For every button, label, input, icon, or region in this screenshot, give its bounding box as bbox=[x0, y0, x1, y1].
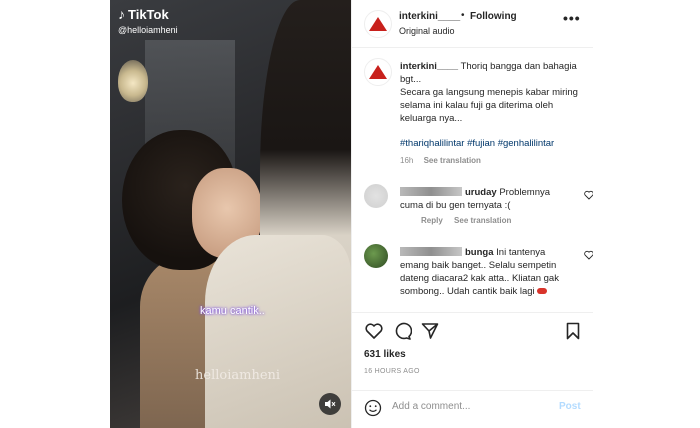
comment-like-icon[interactable] bbox=[584, 250, 593, 260]
author-avatar[interactable] bbox=[364, 10, 392, 38]
instagram-post-frame: ♪ TikTok @helloiamheni kamu cantik.. hel… bbox=[0, 0, 700, 428]
caption-author-avatar[interactable] bbox=[364, 58, 392, 86]
video-player[interactable]: ♪ TikTok @helloiamheni kamu cantik.. hel… bbox=[110, 0, 351, 428]
post-side-panel: interkini____ • Following Original audio… bbox=[351, 0, 593, 428]
comment-meta: Reply See translation bbox=[421, 216, 520, 225]
post-comment-button[interactable]: Post bbox=[559, 401, 581, 412]
blurred-username bbox=[400, 247, 462, 256]
brand-logo-icon bbox=[369, 65, 387, 79]
author-username[interactable]: interkini____ bbox=[399, 11, 460, 22]
share-icon[interactable] bbox=[420, 321, 440, 341]
comment-icon[interactable] bbox=[392, 321, 412, 341]
comment-see-translation[interactable]: See translation bbox=[454, 216, 511, 225]
tiktok-watermark: ♪ TikTok bbox=[118, 6, 169, 22]
comment-text: bunga Ini tantenya emang baik banget.. S… bbox=[400, 246, 572, 298]
reply-button[interactable]: Reply bbox=[421, 216, 443, 225]
post-timestamp[interactable]: 16 HOURS AGO bbox=[364, 368, 420, 375]
following-button[interactable]: Following bbox=[470, 11, 517, 22]
tiktok-brand-text: TikTok bbox=[128, 6, 169, 22]
video-watermark: helloiamheni bbox=[195, 368, 281, 383]
red-heart-emoji-icon bbox=[537, 288, 548, 294]
commenter-avatar[interactable] bbox=[364, 184, 388, 208]
likes-count[interactable]: 631 likes bbox=[364, 349, 406, 360]
caption-age: 16h bbox=[400, 156, 414, 165]
caption-line-2: Secara ga langsung menepis kabar miring … bbox=[400, 87, 578, 124]
comments-list[interactable]: interkini____ Thoriq bangga dan bahagia … bbox=[352, 48, 593, 312]
post-actions: 631 likes 16 HOURS AGO bbox=[352, 312, 593, 390]
comment-item: uruday Problemnya cuma di bu gen ternyat… bbox=[364, 184, 593, 232]
blurred-username bbox=[400, 187, 462, 196]
comment-username[interactable]: uruday bbox=[465, 187, 497, 198]
comment-item: bunga Ini tantenya emang baik banget.. S… bbox=[364, 244, 593, 312]
audio-label[interactable]: Original audio bbox=[399, 26, 455, 36]
comment-like-icon[interactable] bbox=[584, 190, 593, 200]
bookmark-icon[interactable] bbox=[563, 321, 583, 341]
heart-icon[interactable] bbox=[364, 321, 384, 341]
comment-composer: Post bbox=[352, 390, 593, 424]
emoji-smile-icon[interactable] bbox=[364, 399, 382, 417]
add-comment-input[interactable] bbox=[392, 401, 542, 412]
post-header: interkini____ • Following Original audio… bbox=[352, 0, 593, 48]
video-lamp bbox=[118, 60, 148, 102]
caption-hashtags[interactable]: #thariqhalilintar #fujian #genhalilintar bbox=[400, 138, 554, 149]
speaker-muted-icon bbox=[325, 399, 336, 409]
commenter-avatar[interactable] bbox=[364, 244, 388, 268]
comment-username[interactable]: bunga bbox=[465, 247, 494, 258]
tiktok-note-icon: ♪ bbox=[118, 6, 125, 22]
mute-toggle-button[interactable] bbox=[319, 393, 341, 415]
caption-text: interkini____ Thoriq bangga dan bahagia … bbox=[400, 60, 590, 125]
caption-meta: 16h See translation bbox=[400, 156, 481, 165]
more-options-icon[interactable]: ••• bbox=[563, 10, 581, 26]
header-separator: • bbox=[461, 10, 465, 21]
caption-username[interactable]: interkini____ bbox=[400, 61, 458, 72]
tiktok-handle: @helloiamheni bbox=[118, 25, 178, 35]
caption-see-translation[interactable]: See translation bbox=[424, 156, 481, 165]
comment-text: uruday Problemnya cuma di bu gen ternyat… bbox=[400, 186, 572, 212]
brand-logo-icon bbox=[369, 17, 387, 31]
video-caption-overlay: kamu cantik.. bbox=[200, 305, 265, 317]
